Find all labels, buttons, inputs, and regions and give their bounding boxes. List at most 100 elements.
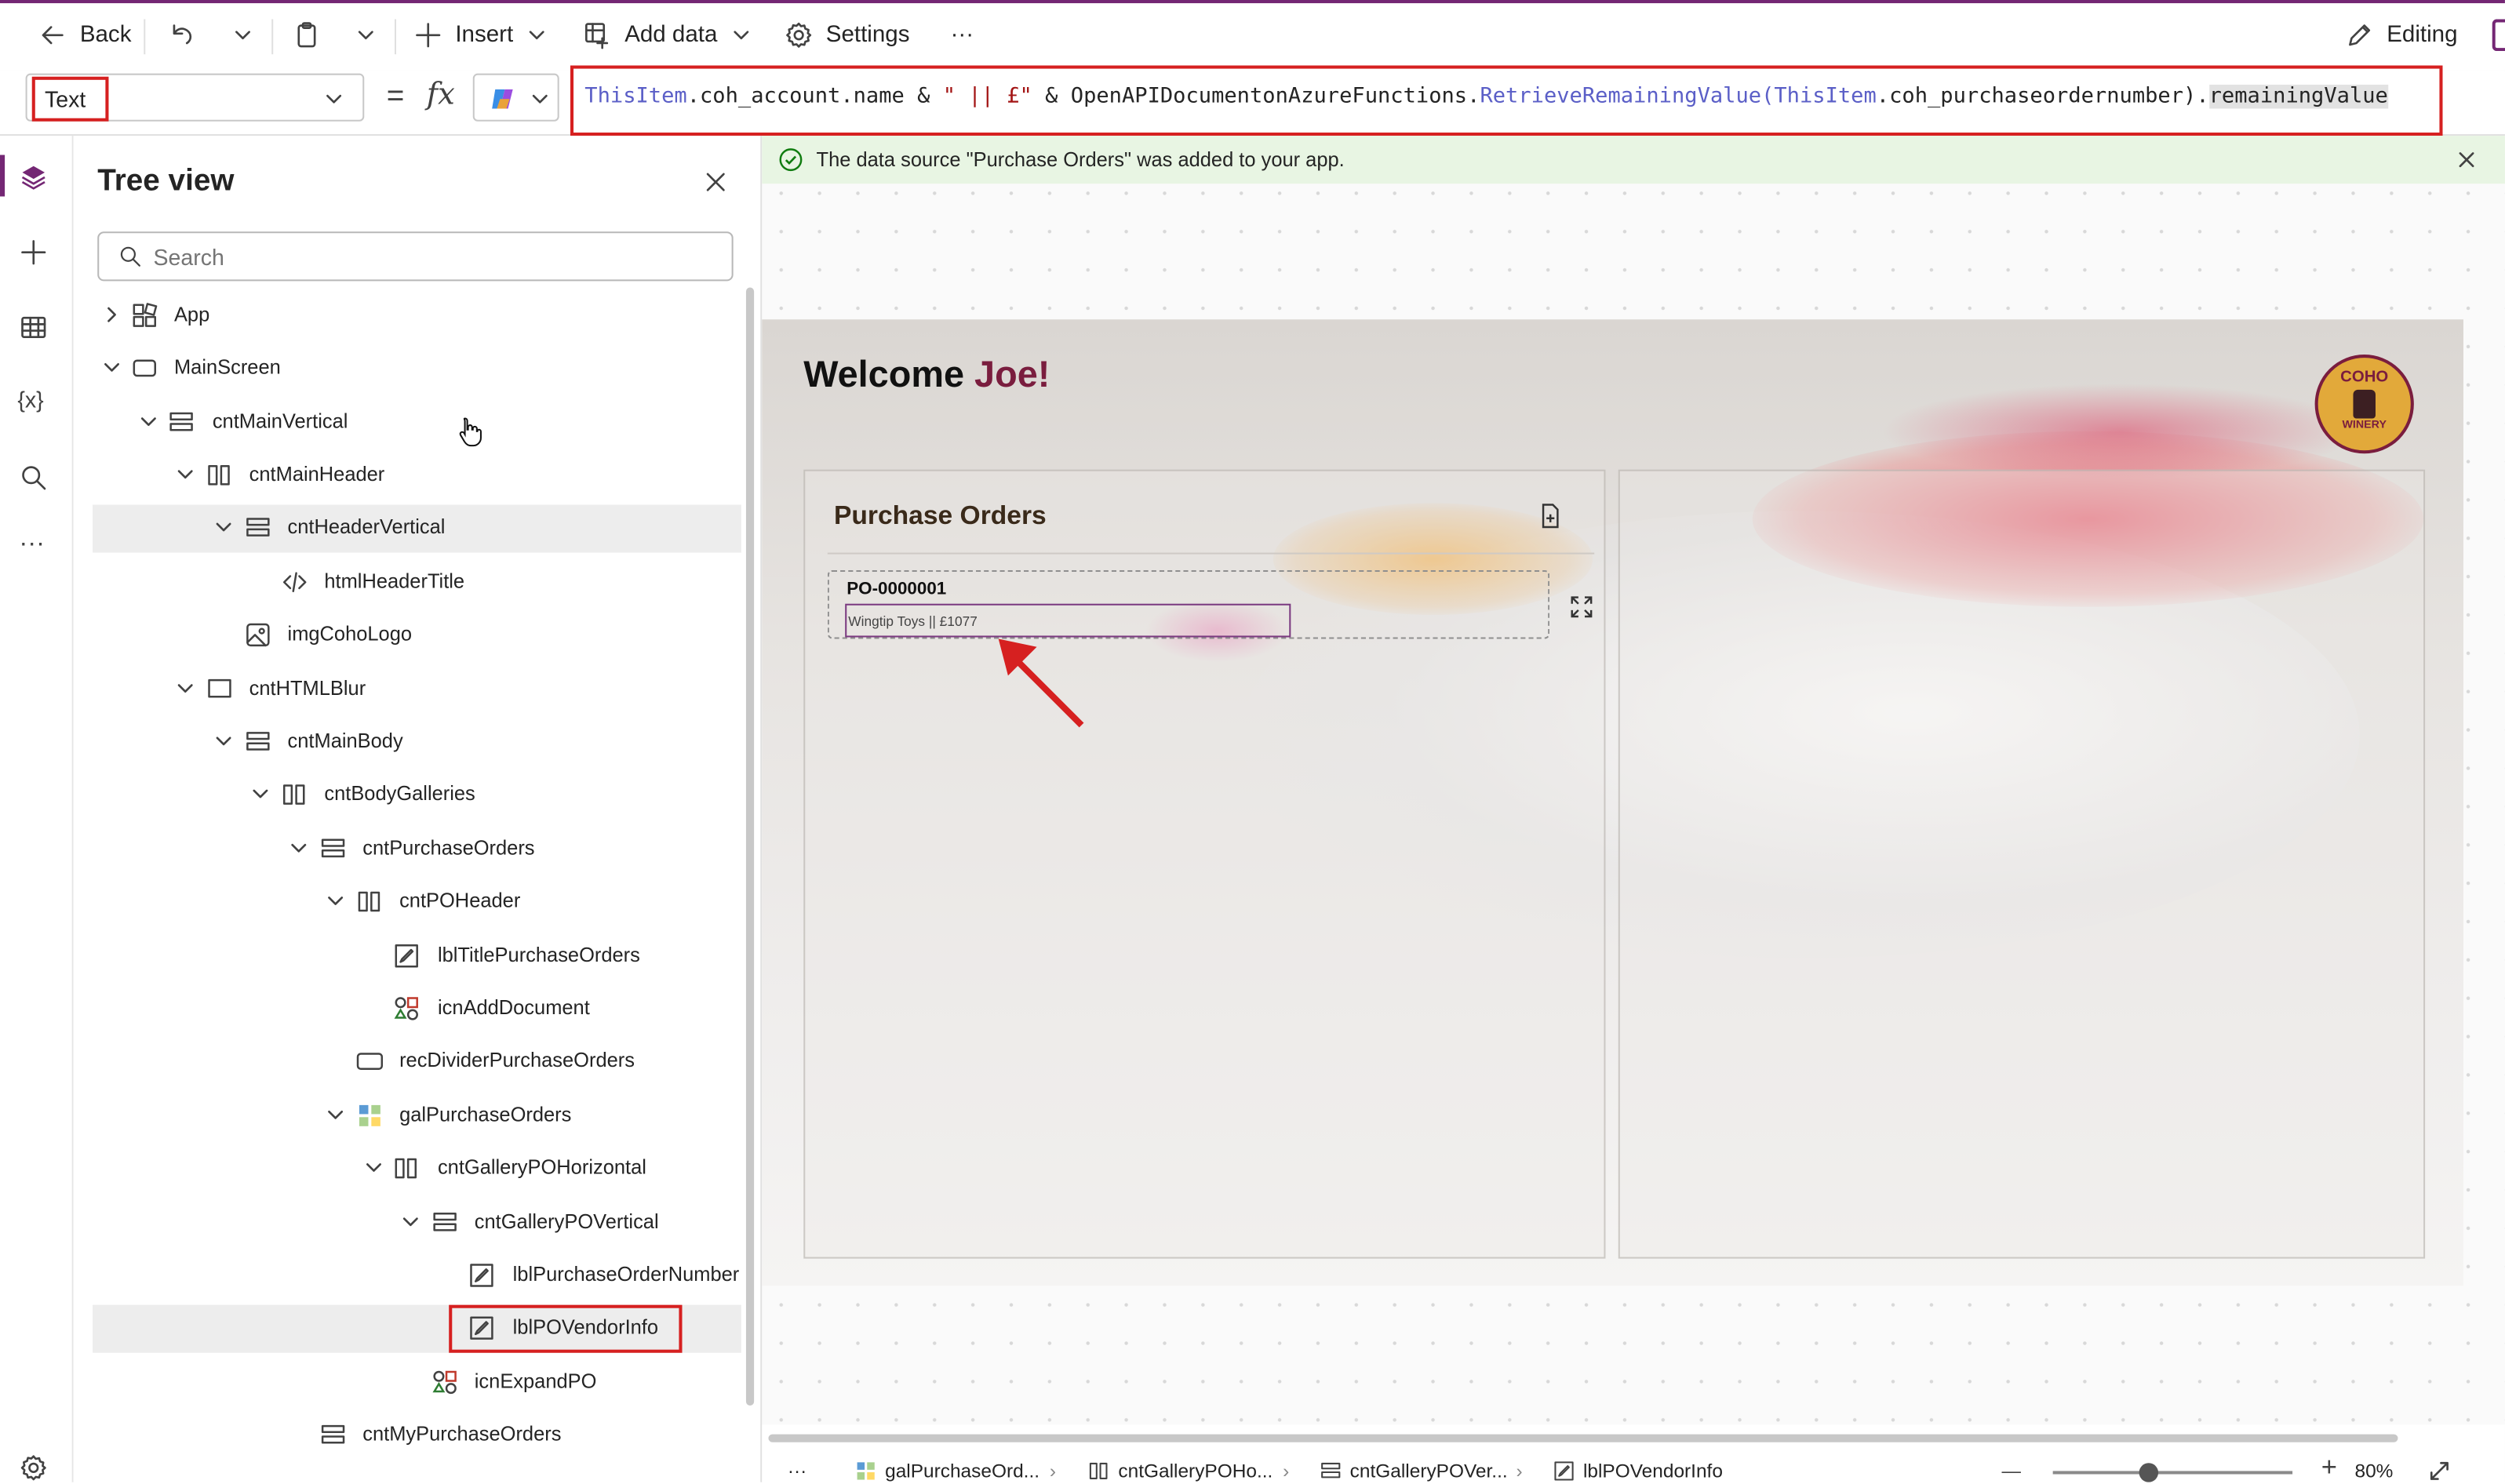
canvas-horizontal-scrollbar[interactable] (768, 1434, 2398, 1442)
tree-node-cntmainheader[interactable]: cntMainHeader (93, 452, 741, 500)
tree-node-label: lblTitlePurchaseOrders (437, 944, 640, 966)
notification-banner: The data source "Purchase Orders" was ad… (762, 136, 2505, 184)
tree-node-cntpurchaseorders[interactable]: cntPurchaseOrders (93, 826, 741, 874)
tree-node-lblpurchaseordernumber[interactable]: lblPurchaseOrderNumber (93, 1252, 741, 1300)
chevron-down-icon[interactable] (139, 412, 158, 431)
horizontal-container-icon (358, 891, 380, 912)
paste-menu-button[interactable] (355, 16, 377, 54)
tree-scrollbar[interactable] (745, 287, 755, 1406)
label-icon (470, 1264, 493, 1287)
tree-node-label: cntBodyGalleries (324, 782, 475, 806)
tree-node-cntgallerypovertical[interactable]: cntGalleryPOVertical (93, 1199, 741, 1247)
tree-node-mainscreen[interactable]: MainScreen (93, 345, 741, 393)
back-button[interactable]: Back (38, 16, 131, 54)
insert-button[interactable]: Insert (413, 16, 548, 54)
welcome-text: Welcome (803, 353, 975, 395)
breadcrumb-label: cntGalleryPOVer... (1349, 1460, 1508, 1482)
tree-node-cnthtmlblur[interactable]: cntHTMLBlur (93, 666, 741, 714)
image-icon (246, 623, 270, 647)
zoom-in-button[interactable]: + (2321, 1452, 2337, 1484)
expand-icon[interactable] (1569, 595, 1595, 620)
vertical-container-icon (169, 412, 193, 431)
tree-node-cntmypurchaseorders[interactable]: cntMyPurchaseOrders (93, 1412, 741, 1460)
tree-node-label: icnExpandPO (474, 1370, 597, 1393)
table-add-icon (584, 23, 609, 49)
formula-input[interactable]: ThisItem.coh_account.name & " || £" & Op… (570, 65, 2443, 136)
tree-node-icnexpandpo[interactable]: icnExpandPO (93, 1359, 741, 1407)
layers-icon[interactable] (19, 163, 48, 192)
close-icon[interactable] (2457, 150, 2476, 169)
rectangle-icon (356, 1053, 384, 1070)
horizontal-container-icon (1089, 1462, 1108, 1479)
tree-node-cntheadervertical[interactable]: cntHeaderVertical (93, 504, 741, 553)
gear-icon[interactable] (19, 1453, 48, 1482)
add-document-icon[interactable] (1537, 503, 1563, 529)
close-icon[interactable] (705, 171, 727, 194)
chevron-right-icon[interactable] (102, 305, 121, 324)
design-canvas: The data source "Purchase Orders" was ad… (762, 136, 2505, 1482)
zoom-out-button[interactable]: — (2001, 1460, 2020, 1482)
breadcrumb-label: galPurchaseOrd... (885, 1460, 1040, 1482)
tree-node-cntmainbody[interactable]: cntMainBody (93, 718, 741, 766)
fx-button[interactable]: fx (427, 77, 455, 112)
undo-button[interactable] (168, 16, 197, 54)
search-icon[interactable] (19, 464, 48, 493)
chevron-down-icon[interactable] (326, 891, 344, 910)
app-icon[interactable] (2492, 19, 2505, 52)
chevron-down-icon[interactable] (214, 518, 233, 536)
breadcrumb-item[interactable]: lblPOVendorInfo (1553, 1460, 1723, 1482)
zoom-slider[interactable] (2052, 1463, 2293, 1482)
gallery-item[interactable]: PO-0000001 Wingtip Toys || £1077 (827, 569, 1550, 639)
chevron-down-icon[interactable] (251, 784, 270, 803)
database-icon[interactable] (19, 313, 48, 342)
tree-node-galpurchaseorders[interactable]: galPurchaseOrders (93, 1093, 741, 1140)
breadcrumb-separator: › (1516, 1460, 1523, 1482)
chevron-down-icon[interactable] (289, 838, 308, 857)
chevron-down-icon[interactable] (214, 732, 233, 751)
vertical-container-icon (246, 518, 270, 536)
tree-node-cntpoheader[interactable]: cntPOHeader (93, 878, 741, 926)
chevron-down-icon (235, 31, 250, 40)
tree-node-app[interactable]: App (93, 293, 741, 340)
property-name[interactable]: Text (31, 76, 109, 122)
add-data-button[interactable]: Add data (583, 16, 752, 54)
tree-node-lblpovendorinfo[interactable]: lblPOVendorInfo (93, 1304, 741, 1353)
tree-node-label: cntPurchaseOrders (362, 837, 535, 860)
chevron-down-icon[interactable] (401, 1213, 420, 1231)
tree-node-recdividerpurchaseorders[interactable]: recDividerPurchaseOrders (93, 1038, 741, 1086)
settings-button[interactable]: Settings (785, 16, 909, 54)
zoom-slider-thumb[interactable] (2139, 1463, 2159, 1482)
more-icon[interactable]: ··· (19, 530, 45, 559)
paste-button[interactable] (293, 16, 322, 54)
tree-node-lbltitlepurchaseorders[interactable]: lblTitlePurchaseOrders (93, 933, 741, 980)
chevron-down-icon[interactable] (176, 465, 195, 484)
breadcrumb-item[interactable]: cntGalleryPOVer... (1320, 1460, 1508, 1482)
plus-icon[interactable] (19, 238, 48, 267)
equals-sign: = (386, 79, 405, 114)
tree-node-cntmainvertical[interactable]: cntMainVertical (93, 399, 741, 447)
tree-node-cntbodygalleries[interactable]: cntBodyGalleries (93, 772, 741, 820)
variables-icon[interactable]: {x} (17, 387, 43, 413)
undo-menu-button[interactable] (231, 16, 254, 54)
horizontal-container-icon (282, 784, 305, 805)
tree-node-imgcoholog[interactable]: imgCohoLogo (93, 612, 741, 660)
hand-cursor-icon (459, 417, 482, 447)
search-input[interactable] (150, 241, 716, 274)
tree-node-cntgallerypohorizontal[interactable]: cntGalleryPOHorizontal (93, 1145, 741, 1193)
editing-mode-button[interactable]: Editing (2345, 16, 2458, 54)
chevron-down-icon[interactable] (326, 1105, 344, 1124)
copilot-dropdown[interactable] (472, 73, 559, 122)
purchase-orders-panel: Purchase Orders PO-0000001 Wingtip Toys … (803, 469, 1606, 1259)
tree-node-htmlheadertitle[interactable]: htmlHeaderTitle (93, 559, 741, 607)
more-commands-button[interactable]: ··· (951, 16, 974, 54)
breadcrumb-item[interactable]: cntGalleryPOHo... (1088, 1460, 1273, 1482)
breadcrumb-item[interactable]: galPurchaseOrd... (854, 1460, 1040, 1482)
chevron-down-icon[interactable] (176, 678, 195, 697)
chevron-down-icon[interactable] (364, 1158, 383, 1177)
label-icon (395, 944, 418, 968)
chevron-down-icon[interactable] (102, 358, 121, 376)
tree-node-icnadddocument[interactable]: icnAddDocument (93, 985, 741, 1033)
fit-to-window-icon[interactable] (2428, 1460, 2451, 1482)
breadcrumb-more[interactable]: ··· (788, 1460, 806, 1482)
zoom-level: 80% (2354, 1460, 2394, 1482)
